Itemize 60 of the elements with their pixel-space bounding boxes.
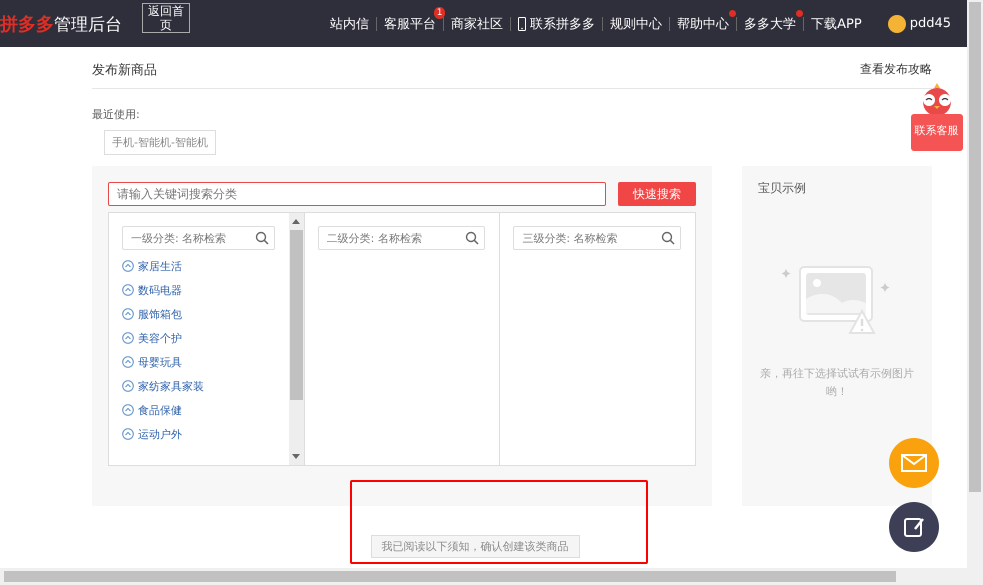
- nav-link[interactable]: 商家社区: [451, 14, 504, 32]
- recent-category-tag[interactable]: 手机-智能机-智能机: [104, 130, 216, 155]
- category-filter-field[interactable]: 一级分类: 名称检索: [122, 226, 275, 250]
- contact-service-widget[interactable]: 联系客服: [907, 82, 966, 151]
- category-filter-field[interactable]: 三级分类: 名称检索: [513, 226, 682, 250]
- category-name: 家居生活: [138, 258, 182, 274]
- edit-icon: [902, 515, 926, 539]
- category-item[interactable]: 家纺家具家装: [122, 378, 275, 394]
- nav-link[interactable]: 站内信: [330, 14, 370, 32]
- logo-title[interactable]: 管理后台: [54, 12, 122, 36]
- category-name: 服饰箱包: [138, 306, 182, 322]
- feedback-button[interactable]: [889, 502, 939, 552]
- recent-label: 最近使用:: [92, 107, 141, 122]
- category-item[interactable]: 食品保健: [122, 402, 275, 418]
- expand-circle-icon: [122, 332, 134, 344]
- quick-search-button[interactable]: 快速搜索: [618, 182, 696, 206]
- category-name: 运动户外: [138, 426, 182, 442]
- mail-icon: [901, 454, 927, 472]
- example-title: 宝贝示例: [758, 180, 806, 197]
- search-icon: [465, 231, 480, 245]
- nav-link[interactable]: 多多大学: [744, 14, 796, 32]
- category-name: 美容个护: [138, 330, 182, 346]
- guide-link[interactable]: 查看发布攻略: [860, 61, 932, 78]
- horizontal-scrollbar[interactable]: [0, 568, 983, 585]
- page-title: 发布新商品: [92, 62, 157, 78]
- count-badge: 1: [434, 6, 446, 18]
- back-home-button[interactable]: 返回首页: [142, 3, 190, 33]
- category-item[interactable]: 运动户外: [122, 426, 275, 442]
- expand-circle-icon: [122, 260, 134, 272]
- category-item[interactable]: 服饰箱包: [122, 306, 275, 322]
- example-message: 亲，再往下选择试试有示例图片哟！: [759, 366, 915, 400]
- category-name: 家纺家具家装: [138, 378, 204, 394]
- expand-circle-icon: [122, 308, 134, 320]
- category-search-field[interactable]: 请输入关键词搜索分类: [108, 182, 606, 206]
- expand-circle-icon: [122, 404, 134, 416]
- nav-link[interactable]: 规则中心: [610, 14, 662, 32]
- category-item[interactable]: 家居生活: [122, 258, 275, 274]
- search-icon: [661, 231, 676, 245]
- category-item[interactable]: 数码电器: [122, 282, 275, 298]
- nav-link[interactable]: 下载APP: [811, 14, 862, 32]
- page-scrollbar[interactable]: [967, 0, 983, 568]
- user-name[interactable]: pdd45: [910, 16, 951, 31]
- nav-link[interactable]: 客服平台: [384, 14, 436, 32]
- nav-link[interactable]: 联系拼多多: [518, 14, 596, 32]
- contact-service-label: 联系客服: [910, 114, 962, 151]
- expand-circle-icon: [122, 356, 134, 368]
- list-scrollbar[interactable]: [288, 213, 304, 465]
- category-item[interactable]: 母婴玩具: [122, 354, 275, 370]
- nav-link[interactable]: 帮助中心: [677, 14, 730, 32]
- category-name: 母婴玩具: [138, 354, 182, 370]
- expand-circle-icon: [122, 284, 134, 296]
- confirm-button[interactable]: 我已阅读以下须知，确认创建该类商品: [370, 535, 580, 558]
- category-filter-field[interactable]: 二级分类: 名称检索: [318, 226, 486, 250]
- category-name: 数码电器: [138, 282, 182, 298]
- expand-circle-icon: [122, 428, 134, 440]
- avatar[interactable]: [888, 14, 906, 32]
- category-name: 食品保健: [138, 402, 182, 418]
- search-icon: [254, 231, 269, 245]
- expand-circle-icon: [122, 380, 134, 392]
- category-item[interactable]: 美容个护: [122, 330, 275, 346]
